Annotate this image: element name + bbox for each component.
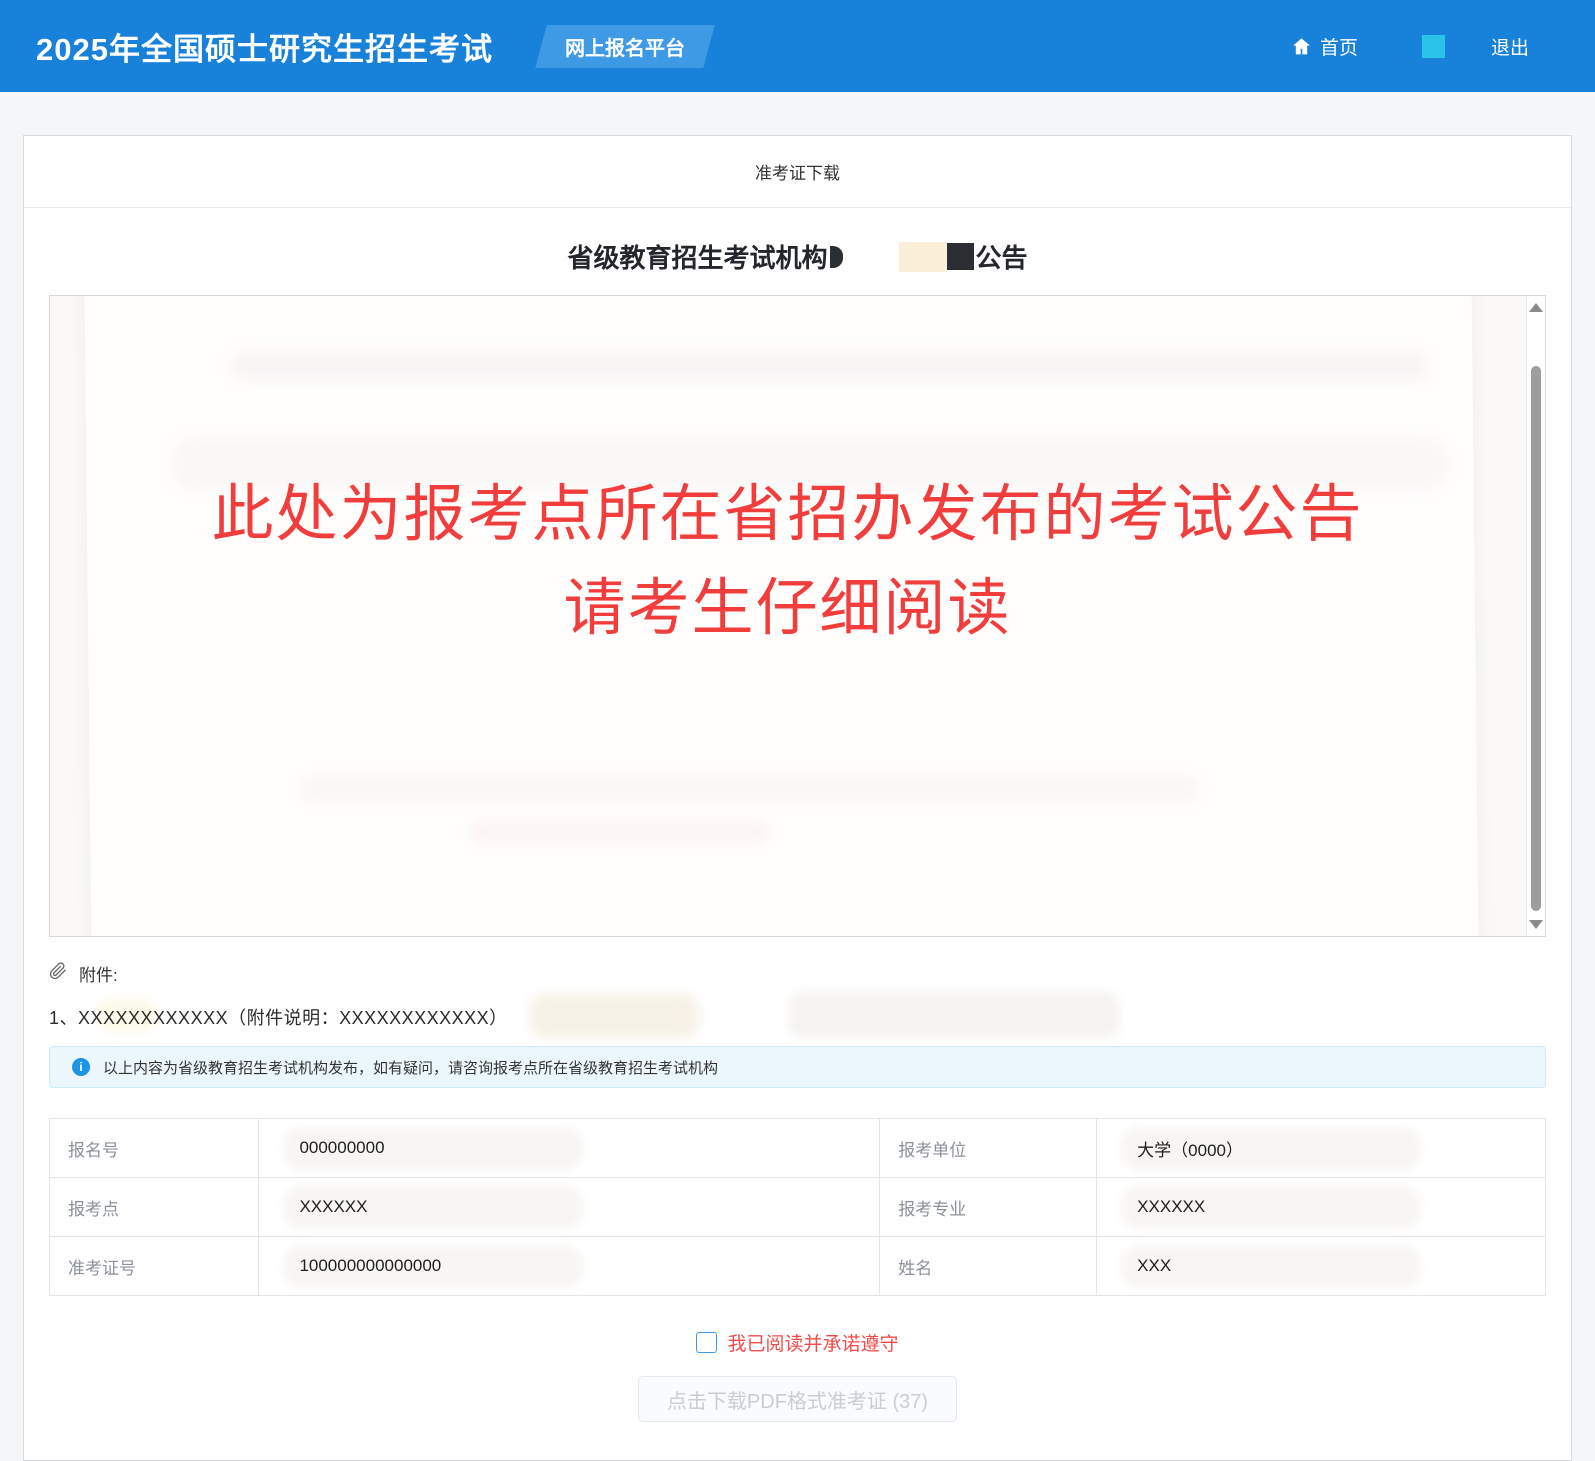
nav-home-link[interactable]: 首页 (1291, 33, 1358, 60)
redaction-smudge (529, 994, 699, 1038)
scrollbar-thumb[interactable] (1531, 366, 1541, 911)
row-value: 大学（0000） (1097, 1119, 1546, 1178)
row-label: 准考证号 (50, 1237, 259, 1296)
attachment-label: 附件: (79, 961, 118, 986)
platform-badge: 网上报名平台 (535, 25, 715, 68)
redacted-icon (1422, 35, 1445, 58)
info-icon: i (72, 1058, 90, 1076)
site-title: 2025年全国硕士研究生招生考试 (36, 24, 493, 69)
table-row: 准考证号 100000000000000 姓名 XXX (50, 1237, 1546, 1296)
info-alert: i 以上内容为省级教育招生考试机构发布，如有疑问，请咨询报考点所在省级教育招生考… (49, 1046, 1546, 1088)
row-value: XXXXXX (259, 1178, 880, 1237)
announcement-line-1: 此处为报考点所在省招办发布的考试公告 (50, 468, 1525, 562)
row-label: 报名号 (50, 1119, 259, 1178)
row-value: XXXXXX (1097, 1178, 1546, 1237)
attachment-section: 附件: 1、XXXXXXXXXXXX（附件说明：XXXXXXXXXXXX） (49, 961, 1546, 1030)
agree-label[interactable]: 我已阅读并承诺遵守 (727, 1329, 898, 1356)
platform-badge-label: 网上报名平台 (565, 32, 685, 61)
nav-home-label: 首页 (1320, 33, 1358, 60)
nav-logout-label: 退出 (1491, 38, 1529, 59)
redaction-dark-block (947, 243, 974, 270)
agree-checkbox[interactable] (696, 1332, 717, 1353)
top-header: 2025年全国硕士研究生招生考试 网上报名平台 首页 退出 (0, 0, 1595, 92)
scan-artifact (300, 776, 1200, 802)
home-icon (1291, 36, 1312, 57)
row-value: 100000000000000 (259, 1237, 880, 1296)
notice-heading: 省级教育招生考试机构 公告 (24, 238, 1571, 275)
row-label: 报考单位 (880, 1119, 1097, 1178)
download-row: 点击下载PDF格式准考证 (37) (24, 1376, 1571, 1422)
scroll-up-arrow-icon[interactable] (1529, 303, 1543, 312)
header-nav: 首页 退出 (1291, 33, 1559, 60)
nav-logout-link[interactable]: 退出 (1491, 33, 1559, 60)
scroll-down-arrow-icon[interactable] (1529, 920, 1543, 929)
scan-artifact (230, 351, 1430, 381)
announcement-scroll-area[interactable]: 此处为报考点所在省招办发布的考试公告 请考生仔细阅读 (49, 295, 1546, 937)
notice-heading-prefix: 省级教育招生考试机构 (567, 238, 827, 275)
page-title: 准考证下载 (24, 136, 1571, 208)
row-value: XXX (1097, 1237, 1546, 1296)
notice-heading-suffix: 公告 (976, 238, 1028, 275)
attachment-header: 附件: (49, 961, 1546, 986)
redaction-smudge (789, 992, 1119, 1038)
scrollbar[interactable] (1526, 296, 1545, 936)
attachment-item-text: 1、XXXXXXXXXXXX（附件说明：XXXXXXXXXXXX） (49, 1008, 508, 1028)
paperclip-icon (49, 962, 67, 985)
redaction-cream-block (899, 242, 947, 272)
agree-row: 我已阅读并承诺遵守 (24, 1329, 1571, 1356)
row-label: 报考点 (50, 1178, 259, 1237)
table-row: 报考点 XXXXXX 报考专业 XXXXXX (50, 1178, 1546, 1237)
row-label: 报考专业 (880, 1178, 1097, 1237)
table-row: 报名号 000000000 报考单位 大学（0000） (50, 1119, 1546, 1178)
announcement-line-2: 请考生仔细阅读 (50, 562, 1525, 656)
attachment-item: 1、XXXXXXXXXXXX（附件说明：XXXXXXXXXXXX） (49, 1004, 1546, 1030)
info-alert-text: 以上内容为省级教育招生考试机构发布，如有疑问，请咨询报考点所在省级教育招生考试机… (103, 1057, 718, 1078)
redaction-blob-icon (830, 246, 843, 268)
download-pdf-button[interactable]: 点击下载PDF格式准考证 (37) (638, 1376, 957, 1422)
row-label: 姓名 (880, 1237, 1097, 1296)
scan-artifact (470, 821, 770, 843)
announcement-placeholder-text: 此处为报考点所在省招办发布的考试公告 请考生仔细阅读 (50, 468, 1525, 656)
row-value: 000000000 (259, 1119, 880, 1178)
candidate-info-table: 报名号 000000000 报考单位 大学（0000） 报考点 XXXXXX 报… (49, 1118, 1546, 1296)
content-card: 准考证下载 省级教育招生考试机构 公告 此处为报考点所在省招办发布的考试公告 请考… (23, 135, 1572, 1461)
